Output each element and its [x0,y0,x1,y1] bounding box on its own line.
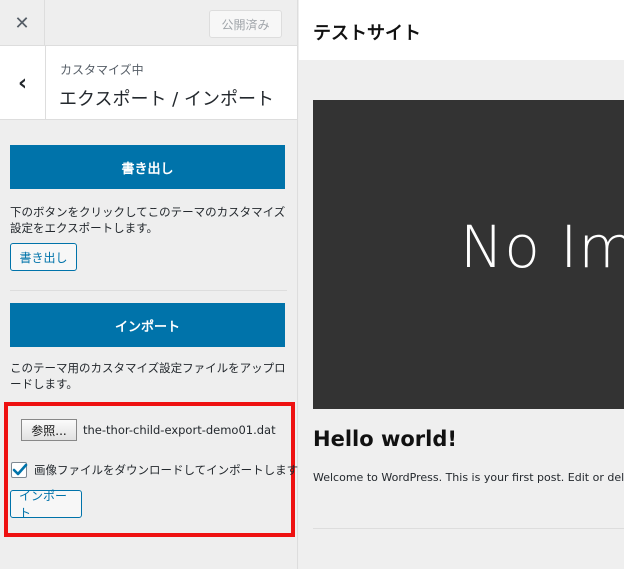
close-button[interactable]: ✕ [0,0,45,46]
download-images-label: 画像ファイルをダウンロードしてインポートしますか ? [34,463,320,477]
download-images-checkbox[interactable] [11,462,28,478]
import-heading-button[interactable]: インポート [10,303,285,347]
section-title: エクスポート / インポート [59,89,274,110]
chevron-left-icon: ‹ [17,70,28,96]
export-description: 下のボタンをクリックしてこのテーマのカスタマイズ設定をエクスポートします。 [10,205,286,235]
section-header: ‹ カスタマイズ中 エクスポート / インポート [0,46,297,120]
export-heading-button[interactable]: 書き出し [10,145,285,189]
post-excerpt: Welcome to WordPress. This is your first… [313,471,624,484]
export-button[interactable]: 書き出し [10,243,77,271]
back-button[interactable]: ‹ [0,46,46,120]
divider [313,528,624,529]
file-name: the-thor-child-export-demo01.dat [83,423,276,437]
customizer-topbar: ✕ 公開済み [0,0,297,46]
browse-button[interactable]: 参照... [21,419,77,441]
divider [10,290,287,291]
import-button[interactable]: インポート [10,489,82,520]
customizer-panel: ✕ 公開済み ‹ カスタマイズ中 エクスポート / インポート 書き出し 下のボ… [0,0,319,569]
site-preview: テストサイト No Im Hello world! Welcome to Wor… [299,0,624,569]
section-subtitle: カスタマイズ中 [60,63,144,77]
no-image-text: No Im [460,213,624,281]
publish-button[interactable]: 公開済み [209,10,282,38]
post-title[interactable]: Hello world! [313,427,457,451]
site-title[interactable]: テストサイト [313,19,421,45]
site-header: テストサイト [299,0,624,60]
import-description: このテーマ用のカスタマイズ設定ファイルをアップロードします。 [10,361,286,391]
close-icon: ✕ [14,12,30,34]
no-image-placeholder: No Im [313,100,624,409]
checkmark-icon [12,463,28,476]
